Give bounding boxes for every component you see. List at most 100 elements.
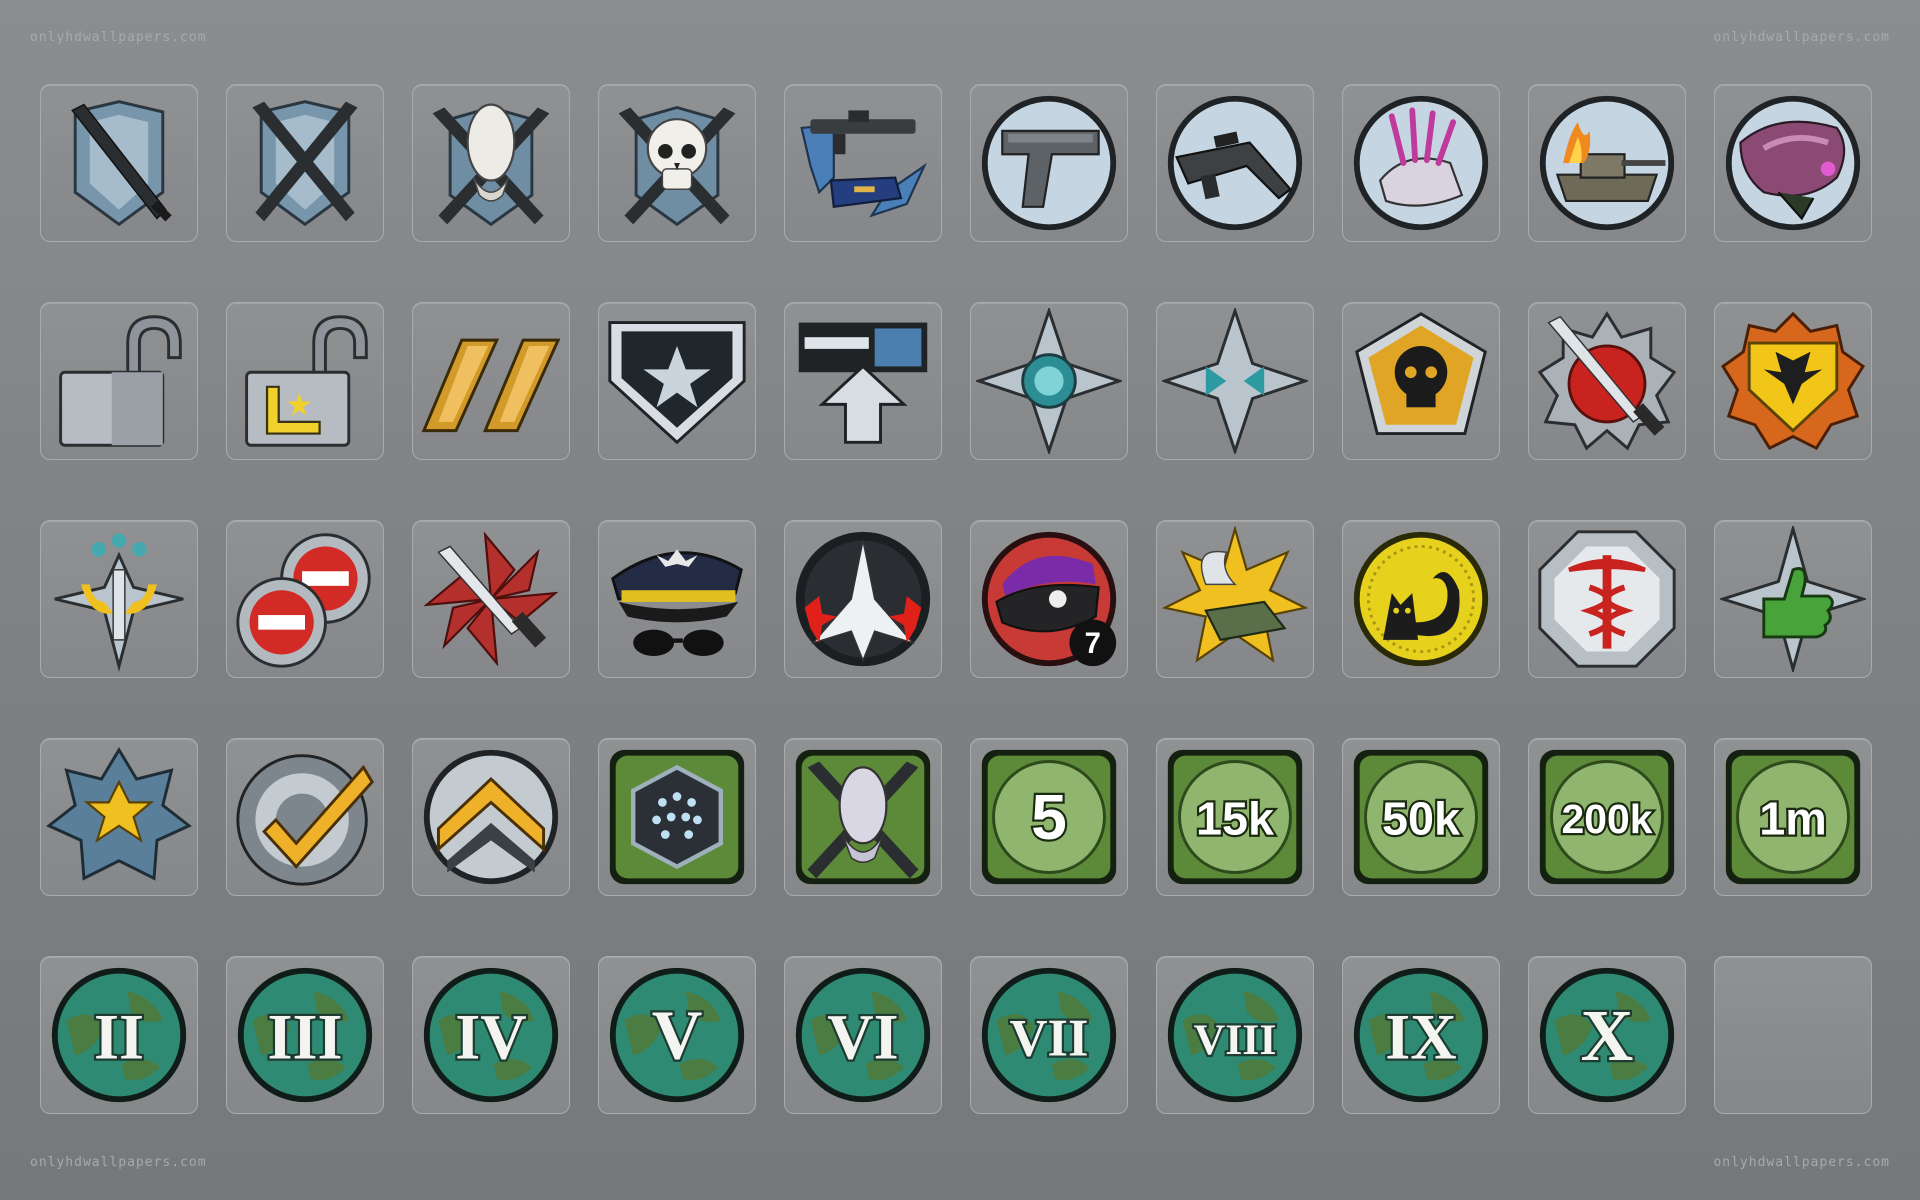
- kill-count-badge-icon: 200k: [1539, 749, 1675, 885]
- upload-arrow-icon: [798, 322, 928, 444]
- medal-tile[interactable]: [598, 738, 756, 896]
- medal-tile[interactable]: [40, 738, 198, 896]
- captain-hat-sunglasses-icon: [611, 549, 743, 656]
- medal-tile[interactable]: [1714, 302, 1872, 460]
- medal-tile[interactable]: [1714, 84, 1872, 242]
- roman-numeral-label: III: [268, 1001, 343, 1072]
- medal-tile[interactable]: [1156, 84, 1314, 242]
- roman-numeral-label: X: [1581, 995, 1634, 1076]
- medal-tile[interactable]: III: [226, 956, 384, 1114]
- medic-caduceus-icon: [1538, 530, 1676, 668]
- medal-tile[interactable]: [784, 520, 942, 678]
- plasma-pistol-icon: [1725, 95, 1861, 231]
- medal-tile[interactable]: [1528, 302, 1686, 460]
- medal-tile[interactable]: [40, 520, 198, 678]
- crossed-blades-emblem-icon: [252, 100, 358, 227]
- star-shield-icon: [608, 321, 746, 445]
- medal-tile[interactable]: VI: [784, 956, 942, 1114]
- planet-roman-numeral-icon: IX: [1353, 967, 1489, 1103]
- roman-numeral-label: VIII: [1194, 1016, 1277, 1064]
- kill-count-badge-icon: 15k: [1167, 749, 1303, 885]
- medal-tile[interactable]: X: [1528, 956, 1686, 1114]
- medal-tile[interactable]: [40, 302, 198, 460]
- eight-ball-helmet-icon: 7: [981, 531, 1117, 667]
- medal-tile[interactable]: V: [598, 956, 756, 1114]
- watermark-top-left: onlyhdwallpapers.com: [30, 30, 207, 45]
- medal-tile[interactable]: [1342, 520, 1500, 678]
- watermark-bottom-right: onlyhdwallpapers.com: [1713, 1155, 1890, 1170]
- planet-roman-numeral-icon: X: [1539, 967, 1675, 1103]
- assault-rifle-icon: [1167, 95, 1303, 231]
- medal-tile[interactable]: [784, 84, 942, 242]
- winged-shield-medal-icon: [1720, 311, 1866, 451]
- medal-tile[interactable]: [412, 302, 570, 460]
- medal-tile[interactable]: [598, 302, 756, 460]
- medal-tile[interactable]: [1342, 84, 1500, 242]
- medal-tile[interactable]: [970, 302, 1128, 460]
- medal-tile[interactable]: [784, 302, 942, 460]
- planet-roman-numeral-icon: III: [237, 967, 373, 1103]
- kill-count-label: 50k: [1382, 793, 1461, 845]
- medal-tile[interactable]: II: [40, 956, 198, 1114]
- open-padlock-icon: [59, 315, 182, 447]
- medal-tile[interactable]: VIII: [1156, 956, 1314, 1114]
- human-skull-crossed-blades-icon: [618, 106, 736, 227]
- empty-medal-slot: [1714, 956, 1872, 1114]
- medal-tile[interactable]: [784, 738, 942, 896]
- kill-count-label: 15k: [1196, 793, 1275, 845]
- medal-tile[interactable]: [226, 302, 384, 460]
- medal-tile[interactable]: [598, 520, 756, 678]
- medal-tile[interactable]: [1528, 520, 1686, 678]
- medal-tile[interactable]: 5: [970, 738, 1128, 896]
- rifle-switch-arrows-icon: [800, 110, 927, 218]
- flower-star-icon: [46, 747, 192, 881]
- watermark-bottom-left: onlyhdwallpapers.com: [30, 1155, 207, 1170]
- medal-tile[interactable]: [226, 520, 384, 678]
- medal-grid: 7 5 15k 50k 200k 1m II III IV V VI VII V…: [40, 84, 1872, 1114]
- star-cluster-hexagon-icon: [609, 749, 745, 885]
- starfighter-icon: [795, 531, 931, 667]
- medal-tile[interactable]: IV: [412, 956, 570, 1114]
- roman-numeral-label: II: [94, 1001, 144, 1072]
- medal-tile[interactable]: [1714, 520, 1872, 678]
- gold-double-bar-icon: [421, 338, 561, 433]
- planet-roman-numeral-icon: IV: [423, 967, 559, 1103]
- thumbs-up-star-icon: [1720, 526, 1866, 672]
- medal-tile[interactable]: [412, 738, 570, 896]
- kill-count-badge-icon: 1m: [1725, 749, 1861, 885]
- medal-tile[interactable]: 1m: [1714, 738, 1872, 896]
- single-blade-emblem-icon: [71, 100, 172, 227]
- medal-tile[interactable]: 50k: [1342, 738, 1500, 896]
- medal-tile[interactable]: [412, 84, 570, 242]
- medal-tile[interactable]: VII: [970, 956, 1128, 1114]
- compass-star-arrows-icon: [1162, 308, 1308, 454]
- compass-star-target-icon: [976, 308, 1122, 454]
- kill-count-badge-icon: 50k: [1353, 749, 1489, 885]
- medal-tile[interactable]: 200k: [1528, 738, 1686, 896]
- medal-tile[interactable]: [598, 84, 756, 242]
- burning-tank-icon: [1539, 95, 1675, 231]
- roman-numeral-label: VI: [827, 1001, 898, 1072]
- lucky-cat-coin-icon: [1353, 531, 1489, 667]
- medal-tile[interactable]: [970, 84, 1128, 242]
- medal-tile[interactable]: [40, 84, 198, 242]
- knife-pinwheel-icon: [423, 531, 559, 667]
- kill-count-label: 1m: [1759, 793, 1827, 845]
- skull-pentagon-badge-icon: [1355, 312, 1487, 436]
- medal-tile[interactable]: [412, 520, 570, 678]
- double-chevron-icon: [423, 749, 559, 885]
- planet-roman-numeral-icon: VI: [795, 967, 931, 1103]
- medal-tile[interactable]: IX: [1342, 956, 1500, 1114]
- planet-roman-numeral-icon: II: [51, 967, 187, 1103]
- elite-skull-crossed-blades-icon: [432, 103, 550, 227]
- medal-tile[interactable]: [1156, 520, 1314, 678]
- medal-tile[interactable]: [1528, 84, 1686, 242]
- kill-count-label: 200k: [1562, 796, 1653, 842]
- medal-tile[interactable]: 15k: [1156, 738, 1314, 896]
- medal-tile[interactable]: [226, 738, 384, 896]
- medal-tile[interactable]: [1342, 302, 1500, 460]
- medal-tile[interactable]: [1156, 302, 1314, 460]
- medal-tile[interactable]: 7: [970, 520, 1128, 678]
- roman-numeral-label: IV: [455, 1001, 526, 1072]
- medal-tile[interactable]: [226, 84, 384, 242]
